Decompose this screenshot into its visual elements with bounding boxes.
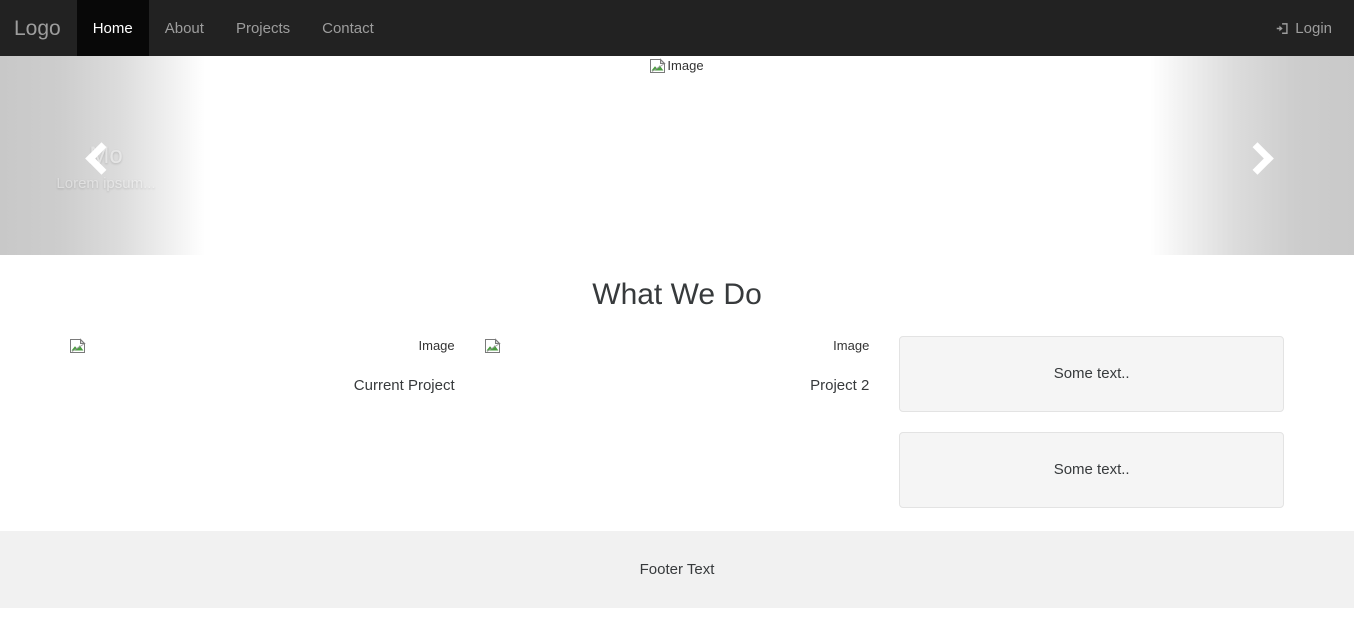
page-title: What We Do [592, 278, 762, 311]
project-column-2: Image Project 2 [470, 336, 885, 396]
projects-row: Image Current Project Image Project 2 So… [55, 336, 1299, 508]
footer-text: Footer Text [639, 560, 715, 578]
project-2-image-alt: Image [833, 338, 870, 353]
carousel-prev-control[interactable] [0, 56, 203, 255]
carousel-next-control[interactable] [1151, 56, 1354, 255]
login-label: Login [1295, 19, 1332, 37]
sign-in-icon [1276, 21, 1291, 36]
broken-image-icon [70, 338, 86, 354]
broken-image-icon [484, 338, 501, 354]
nav-link-home[interactable]: Home [76, 0, 149, 56]
project-1-caption: Current Project [353, 377, 455, 394]
nav-link-projects[interactable]: Projects [220, 0, 306, 56]
page-root: Logo Home About Projects Contact Login I… [0, 0, 1354, 621]
main-container: What We Do Image Current Project Image P… [0, 255, 1354, 508]
nav-item-home[interactable]: Home [76, 0, 149, 56]
well-panel-1: Some text.. [899, 336, 1284, 412]
project-1-image-alt: Image [418, 338, 455, 353]
project-1-media: Image [70, 336, 455, 376]
carousel-slide-image-alt: Image [667, 57, 704, 73]
navbar-menu: Home About Projects Contact [76, 0, 390, 56]
project-2-broken-image[interactable] [484, 338, 501, 354]
carousel-slide-broken-image: Image [650, 57, 704, 74]
project-2-media: Image [484, 336, 870, 376]
well-panel-2-text: Some text.. [1053, 461, 1130, 478]
project-column-1: Image Current Project [55, 336, 470, 396]
broken-image-icon [650, 58, 667, 74]
navbar-brand-logo[interactable]: Logo [0, 0, 77, 56]
chevron-right-icon [1242, 143, 1268, 169]
well-panel-2: Some text.. [899, 432, 1284, 508]
nav-item-projects[interactable]: Projects [220, 0, 306, 56]
main-navbar: Logo Home About Projects Contact Login [0, 0, 1354, 56]
nav-item-about[interactable]: About [149, 0, 220, 56]
nav-item-contact[interactable]: Contact [306, 0, 390, 56]
login-link[interactable]: Login [1276, 20, 1332, 37]
project-2-caption: Project 2 [810, 377, 870, 394]
hero-carousel[interactable]: Image Mo Lorem ipsum... [0, 56, 1354, 255]
well-panel-1-text: Some text.. [1053, 365, 1130, 382]
page-footer: Footer Text [0, 531, 1354, 608]
navbar-right-section: Login [1276, 0, 1354, 56]
nav-link-contact[interactable]: Contact [306, 0, 390, 56]
wells-column: Some text.. Some text.. [884, 336, 1299, 508]
chevron-left-icon [86, 143, 112, 169]
project-1-broken-image[interactable] [70, 338, 86, 354]
nav-link-about[interactable]: About [149, 0, 220, 56]
